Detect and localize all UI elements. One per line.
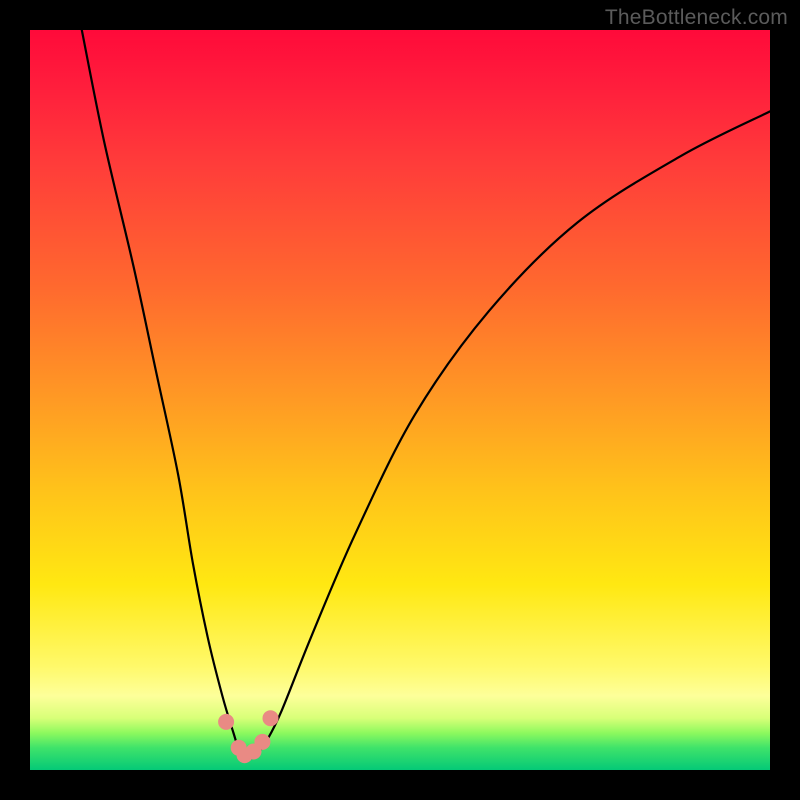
trough-marker: [254, 734, 270, 750]
bottleneck-curve-path: [82, 30, 770, 759]
trough-marker: [218, 714, 234, 730]
chart-plot-area: [30, 30, 770, 770]
trough-marker: [263, 710, 279, 726]
bottleneck-curve-svg: [30, 30, 770, 770]
watermark-text: TheBottleneck.com: [605, 6, 788, 30]
